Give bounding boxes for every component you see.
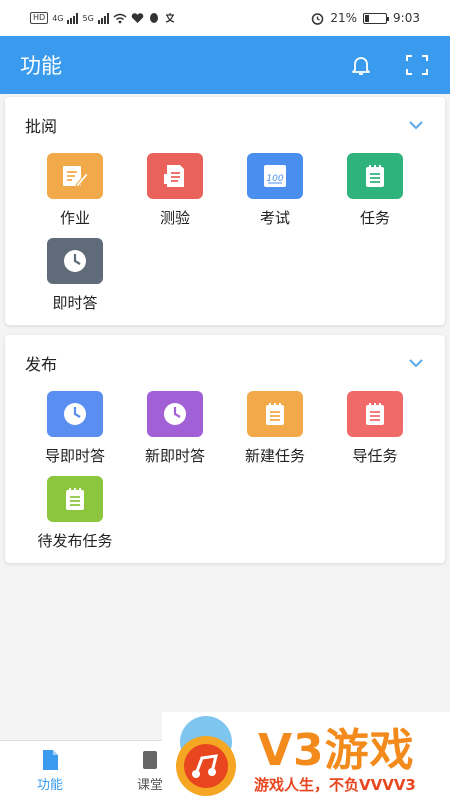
clock-icon [147,391,203,437]
new-task-item[interactable]: 新建任务 [225,391,325,466]
task-item[interactable]: 任务 [325,153,425,228]
status-left: HD 4G 5G [30,12,176,24]
item-label: 考试 [259,209,290,227]
v3-logo-icon [176,716,236,796]
item-label: 作业 [59,209,90,227]
section-card-review: 批阅 作业 测验 100 考试 任务 即时答 [5,97,445,325]
item-label: 测验 [159,209,190,227]
clock-icon [47,238,103,284]
instant-answer-item[interactable]: 即时答 [25,238,125,313]
bell-icon [352,57,370,75]
function-grid: 导即时答 新即时答 新建任务 导任务 待发布任务 [5,391,445,561]
import-instant-answer-item[interactable]: 导即时答 [25,391,125,466]
classroom-icon [143,750,157,769]
quiz-item[interactable]: 测验 [125,153,225,228]
item-label: 新建任务 [244,447,305,465]
function-grid: 作业 测验 100 考试 任务 即时答 [5,153,445,323]
network-5g-label: 5G [82,13,94,23]
item-label: 待发布任务 [37,532,113,550]
item-label: 任务 [359,209,390,227]
watermark-slogan: 游戏人生，不负VVVV3 [254,776,416,794]
nav-label: 课堂 [136,777,163,793]
nav-label: 功能 [36,777,63,793]
item-label: 新即时答 [144,447,205,465]
battery-percent: 21% [330,11,358,25]
heart-icon [131,12,144,23]
watermark: V3游戏 游戏人生，不负VVVV3 [162,712,450,800]
app-bar: 功能 [0,36,450,94]
document-icon [43,749,58,770]
notepad-icon [247,391,303,437]
section-header[interactable]: 发布 [5,335,445,391]
section-header[interactable]: 批阅 [5,97,445,153]
item-label: 导任务 [352,447,398,465]
item-label: 即时答 [52,294,98,312]
fullscreen-icon [406,55,428,75]
watermark-brand: V3游戏 [258,725,415,776]
import-task-item[interactable]: 导任务 [325,391,425,466]
chevron-down-icon[interactable] [407,116,425,134]
signal-icon-2 [97,12,109,24]
status-bar: HD 4G 5G 21% 9:03 [0,0,450,36]
translate-icon [165,13,174,23]
page-title: 功能 [20,54,62,78]
hd-badge: HD [30,12,49,24]
score-100-icon: 100 [247,153,303,199]
section-title: 发布 [25,355,58,374]
fullscreen-button[interactable] [404,52,430,78]
alarm-icon [312,12,324,25]
qq-icon [149,13,158,23]
item-label: 导即时答 [44,447,105,465]
notification-bell-button[interactable] [348,52,374,78]
clock-time: 9:03 [393,11,420,25]
clock-icon [47,391,103,437]
signal-icon [67,12,79,24]
notepad-icon [47,476,103,522]
section-card-publish: 发布 导即时答 新即时答 新建任务 导任务 待发布任务 [5,335,445,563]
notepad-icon [347,153,403,199]
status-right: 21% 9:03 [311,11,420,25]
new-instant-answer-item[interactable]: 新即时答 [125,391,225,466]
network-4g-label: 4G [52,13,64,23]
chevron-down-icon[interactable] [407,354,425,372]
notepad-icon [347,391,403,437]
nav-tab-functions[interactable]: 功能 [0,741,100,800]
wifi-icon [113,13,127,23]
exam-item[interactable]: 100 考试 [225,153,325,228]
homework-item[interactable]: 作业 [25,153,125,228]
pencil-note-icon [47,153,103,199]
pending-task-item[interactable]: 待发布任务 [25,476,125,551]
battery-icon [363,12,390,24]
document-icon [147,153,203,199]
section-title: 批阅 [25,117,58,136]
